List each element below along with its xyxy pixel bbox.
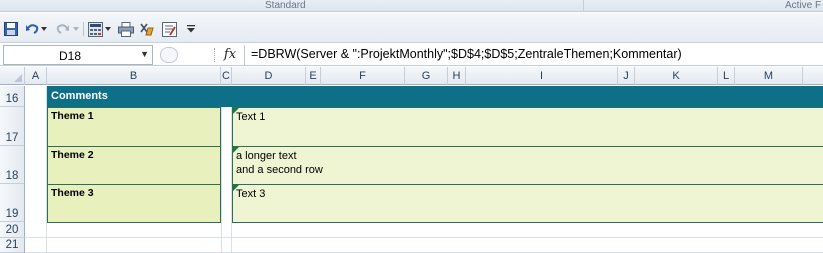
row-header-19[interactable]: 19 xyxy=(0,184,25,222)
name-box-value: D18 xyxy=(59,49,82,63)
ribbon-group-separator xyxy=(583,0,584,12)
undo-icon xyxy=(26,24,39,34)
formula-bar-divider[interactable] xyxy=(214,48,216,62)
theme-3-cell[interactable]: Theme 3 xyxy=(47,184,221,223)
comments-header-cell[interactable]: Comments xyxy=(47,86,823,107)
comment-indicator-icon xyxy=(233,147,239,153)
calculate-button[interactable] xyxy=(87,20,103,38)
clear-icon xyxy=(140,23,154,35)
quick-access-toolbar xyxy=(0,13,823,43)
comment-indicator-icon xyxy=(233,108,239,114)
redo-dropdown-icon xyxy=(73,27,79,31)
redo-button[interactable] xyxy=(56,20,70,38)
form-icon xyxy=(161,21,177,37)
undo-dropdown-button[interactable] xyxy=(40,20,48,38)
undo-button[interactable] xyxy=(25,20,39,38)
text-1-line-1: Text 1 xyxy=(236,111,266,123)
calculate-dropdown-button[interactable] xyxy=(104,20,112,38)
formula-bar-resize-handle[interactable] xyxy=(160,47,178,63)
column-header-c[interactable]: C xyxy=(221,67,232,85)
ribbon-group-standard-label: Standard xyxy=(265,0,306,11)
print-icon xyxy=(118,21,134,37)
text-3-cell[interactable]: Text 3 xyxy=(232,184,823,223)
theme-1-cell[interactable]: Theme 1 xyxy=(47,107,221,147)
grid-line xyxy=(25,237,823,238)
column-header-l[interactable]: L xyxy=(718,67,735,85)
name-box[interactable]: D18 ▼ xyxy=(3,45,153,65)
row-header-17[interactable]: 17 xyxy=(0,107,25,146)
redo-icon xyxy=(56,24,69,34)
text-3-line-1: Text 3 xyxy=(236,188,266,200)
insert-function-icon[interactable]: fx xyxy=(221,46,239,64)
column-header-d[interactable]: D xyxy=(232,67,306,85)
row-header-21[interactable]: 21 xyxy=(0,238,25,253)
ribbon-group-strip: Standard Active F xyxy=(0,0,823,12)
row-header-18[interactable]: 18 xyxy=(0,146,25,184)
column-header-row: A B C D E F G H I J K L M xyxy=(0,67,823,85)
formula-input[interactable]: =DBRW(Server & ":ProjektMonthly";$D$4;$D… xyxy=(244,45,823,65)
text-2-line-1: a longer text xyxy=(236,150,297,162)
comment-indicator-icon xyxy=(233,185,239,191)
print-button[interactable] xyxy=(118,20,134,38)
select-all-triangle-icon xyxy=(14,74,22,82)
row-header-16[interactable]: 16 xyxy=(0,86,25,107)
select-all-button[interactable] xyxy=(0,67,25,85)
toolbar-separator xyxy=(83,22,84,36)
save-button[interactable] xyxy=(3,20,19,38)
customize-toolbar-button[interactable] xyxy=(186,20,196,38)
column-header-g[interactable]: G xyxy=(405,67,448,85)
formula-bar: D18 ▼ fx =DBRW(Server & ":ProjektMonthly… xyxy=(0,44,823,66)
clear-button[interactable] xyxy=(139,20,155,38)
column-header-h[interactable]: H xyxy=(448,67,466,85)
undo-dropdown-icon xyxy=(41,27,47,31)
form-button[interactable] xyxy=(161,20,177,38)
column-header-i[interactable]: I xyxy=(466,67,618,85)
column-header-f[interactable]: F xyxy=(321,67,405,85)
text-2-cell[interactable]: a longer text and a second row xyxy=(232,146,823,185)
column-header-j[interactable]: J xyxy=(618,67,635,85)
theme-2-cell[interactable]: Theme 2 xyxy=(47,146,221,185)
calculate-dropdown-icon xyxy=(105,27,111,31)
redo-dropdown-button[interactable] xyxy=(72,20,80,38)
text-2-line-2: and a second row xyxy=(236,164,323,176)
column-header-a[interactable]: A xyxy=(25,67,47,85)
customize-dropdown-icon xyxy=(187,25,195,33)
column-header-b[interactable]: B xyxy=(47,67,221,85)
text-1-cell[interactable]: Text 1 xyxy=(232,107,823,147)
save-icon xyxy=(4,22,18,36)
grid-line xyxy=(221,86,222,253)
chevron-down-icon[interactable]: ▼ xyxy=(140,49,149,59)
calculate-icon xyxy=(87,21,103,37)
column-header-k[interactable]: K xyxy=(635,67,718,85)
ribbon-group-active-label: Active F xyxy=(785,0,822,11)
row-header-20[interactable]: 20 xyxy=(0,222,25,238)
column-header-m[interactable]: M xyxy=(735,67,803,85)
column-header-e[interactable]: E xyxy=(306,67,321,85)
